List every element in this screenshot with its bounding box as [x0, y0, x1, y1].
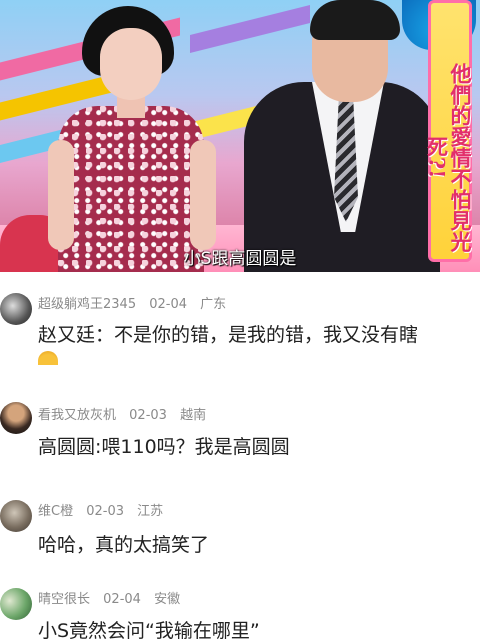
comment-location: 越南 — [180, 408, 207, 423]
avatar[interactable] — [0, 293, 32, 325]
comment-username[interactable]: 超级躺鸡王2345 — [38, 297, 136, 312]
comment-meta: 看我又放灰机 02-03 越南 — [38, 404, 215, 423]
man-hair — [310, 0, 400, 40]
avatar[interactable] — [0, 500, 32, 532]
comment-username[interactable]: 晴空很长 — [38, 592, 90, 607]
comment-username[interactable]: 看我又放灰机 — [38, 408, 116, 423]
comment-meta: 超级躺鸡王2345 02-04 广东 — [38, 293, 235, 312]
woman-face — [100, 28, 162, 100]
comment-date: 02-03 — [129, 408, 167, 423]
comment-text: 赵又廷：不是你的错，是我的错，我又没有瞎 — [38, 324, 419, 346]
comment-meta: 晴空很长 02-04 安徽 — [38, 588, 189, 607]
comment-location: 江苏 — [137, 504, 164, 519]
comment-text: 高圆圆:喂110吗？我是高圆圆 — [38, 436, 290, 458]
woman-arm — [48, 140, 74, 250]
avatar[interactable] — [0, 588, 32, 620]
comment-text: 哈哈，真的太搞笑了 — [38, 534, 210, 556]
comment-meta: 维C橙 02-03 江苏 — [38, 500, 172, 519]
comment-location: 安徽 — [154, 592, 181, 607]
video-subtitle: 小S跟高圆圆是 — [183, 249, 297, 269]
woman-arm — [190, 140, 216, 250]
laughing-emoji-icon — [38, 351, 58, 365]
avatar[interactable] — [0, 402, 32, 434]
video-frame[interactable]: 他們的愛情不怕見光死?! 小S跟高圆圆是 — [0, 0, 480, 272]
comment-date: 02-04 — [103, 592, 141, 607]
comment-text: 小S竟然会问“我输在哪里” — [38, 620, 260, 642]
stage-decoration — [190, 5, 310, 53]
comment-location: 广东 — [200, 297, 227, 312]
comment-date: 02-04 — [149, 297, 188, 312]
comment-username[interactable]: 维C橙 — [38, 504, 73, 519]
show-banner-text: 他們的愛情不怕見光死?! — [424, 62, 474, 252]
comment-date: 02-03 — [86, 504, 124, 519]
